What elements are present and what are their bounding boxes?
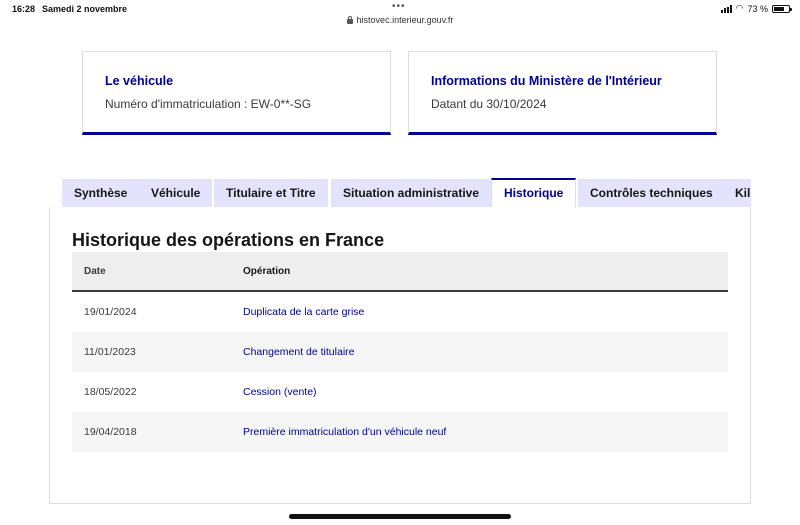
operation-link[interactable]: Changement de titulaire <box>243 346 355 358</box>
address-bar[interactable]: histovec.interieur.gouv.fr <box>0 13 800 27</box>
table-row: 11/01/2023 Changement de titulaire <box>72 332 728 372</box>
multitasking-dots-icon[interactable]: ••• <box>392 1 406 12</box>
column-header-date: Date <box>84 265 106 277</box>
row-date: 18/05/2022 <box>84 386 137 398</box>
operation-link[interactable]: Première immatriculation d'un véhicule n… <box>243 426 446 438</box>
home-indicator[interactable] <box>289 514 511 519</box>
column-header-operation: Opération <box>243 265 291 277</box>
table-row: 19/01/2024 Duplicata de la carte grise <box>72 292 728 332</box>
row-date: 19/04/2018 <box>84 426 137 438</box>
section-title: Historique des opérations en France <box>72 230 385 250</box>
history-table: Date Opération 19/01/2024 Duplicata de l… <box>72 252 728 452</box>
tab-kilometrage[interactable]: Kilométrage <box>723 179 751 207</box>
cellular-signal-icon <box>720 4 732 13</box>
tab-list: Synthèse Véhicule Titulaire et Titre Sit… <box>62 178 751 208</box>
vehicle-card-title: Le véhicule <box>105 74 174 88</box>
ministry-info-card: Informations du Ministère de l'Intérieur… <box>408 51 717 135</box>
data-date: Datant du 30/10/2024 <box>431 97 547 111</box>
operation-link[interactable]: Duplicata de la carte grise <box>243 306 364 318</box>
table-row: 19/04/2018 Première immatriculation d'un… <box>72 412 728 452</box>
table-header: Date Opération <box>72 252 728 292</box>
table-row: 18/05/2022 Cession (vente) <box>72 372 728 412</box>
battery-fill <box>774 6 784 11</box>
tab-titulaire-titre[interactable]: Titulaire et Titre <box>214 179 328 207</box>
url-text: histovec.interieur.gouv.fr <box>356 15 454 25</box>
battery-percent: 73 % <box>747 3 768 14</box>
table-body: 19/01/2024 Duplicata de la carte grise 1… <box>72 292 728 452</box>
ministry-card-title: Informations du Ministère de l'Intérieur <box>431 74 662 88</box>
battery-icon <box>772 4 792 13</box>
tab-situation-administrative[interactable]: Situation administrative <box>331 179 492 207</box>
row-date: 19/01/2024 <box>84 306 137 318</box>
vehicle-card: Le véhicule Numéro d'immatriculation : E… <box>82 51 391 135</box>
lock-icon <box>346 15 353 24</box>
operation-link[interactable]: Cession (vente) <box>243 386 317 398</box>
tab-synthese[interactable]: Synthèse <box>62 179 140 207</box>
tab-historique[interactable]: Historique <box>491 178 577 208</box>
registration-number: Numéro d'immatriculation : EW-0**-SG <box>105 97 312 111</box>
tab-vehicule[interactable]: Véhicule <box>139 179 213 207</box>
tab-controles-techniques[interactable]: Contrôles techniques <box>578 179 725 207</box>
row-date: 11/01/2023 <box>84 346 136 358</box>
